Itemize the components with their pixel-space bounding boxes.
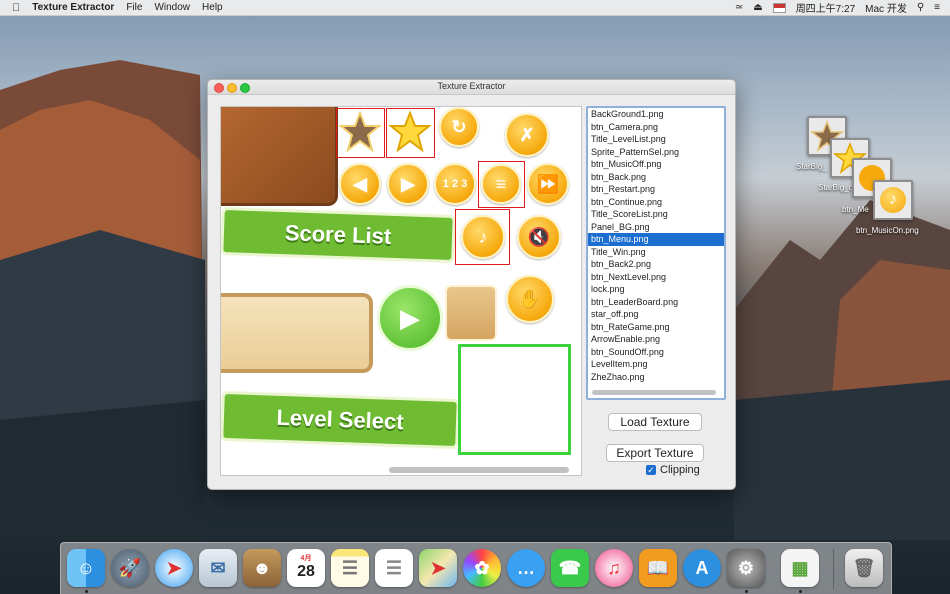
clip-rect: [458, 344, 571, 455]
ibooks-icon[interactable]: 📖: [639, 549, 677, 587]
continue-icon: ▶: [377, 285, 443, 351]
leaderboard-icon: 1 2 3: [434, 163, 476, 205]
sound-off-icon: ✗: [505, 113, 549, 157]
clipping-checkbox[interactable]: ✓ Clipping: [646, 464, 700, 476]
desktop-label: StarBig_: [796, 162, 827, 171]
calendar-icon[interactable]: 4月 28: [287, 549, 325, 587]
file-list-item[interactable]: BackGround1.png: [588, 108, 724, 121]
clipping-label: Clipping: [660, 464, 700, 476]
restart-icon: ↻: [439, 107, 479, 147]
file-list-item[interactable]: star_off.png: [588, 308, 724, 321]
level-select-banner: Level Select: [221, 390, 460, 450]
mail-icon[interactable]: ✉: [199, 549, 237, 587]
back-icon: ◀: [339, 163, 381, 205]
music-icon: ♪: [880, 187, 906, 213]
desktop-label: btn_MusicOn.png: [856, 226, 919, 235]
next-level-icon: ⏩: [527, 163, 569, 205]
running-indicator: [799, 590, 802, 593]
texture-extractor-icon[interactable]: ▦: [781, 549, 819, 587]
play-icon: ▶: [387, 163, 429, 205]
star-dark-icon: [338, 110, 382, 153]
menu-icon: ≡: [481, 164, 521, 204]
reminders-icon[interactable]: ☰: [375, 549, 413, 587]
desktop-file-btn-musicon[interactable]: ♪: [873, 180, 913, 220]
trash-icon[interactable]: 🗑: [845, 549, 883, 587]
messages-icon[interactable]: …: [507, 549, 545, 587]
file-list-item[interactable]: lock.png: [588, 283, 724, 296]
file-list-item[interactable]: ZheZhao.png: [588, 371, 724, 384]
menu-help[interactable]: Help: [202, 2, 223, 13]
facetime-icon[interactable]: ☎: [551, 549, 589, 587]
dock: ☺ 🚀 ➤ ✉ ☻ 4月 28 ☰ ☰ ➤ ✿ … ☎ ♫ 📖 A ⚙ ▦ 🗑: [60, 542, 892, 594]
dock-separator: [833, 549, 834, 589]
level-item-sprite: [445, 285, 497, 341]
desktop-label: btn_Me: [842, 205, 869, 214]
file-list-item[interactable]: LevelItem.png: [588, 358, 724, 371]
file-list-item[interactable]: btn_RateGame.png: [588, 321, 724, 334]
file-list-item[interactable]: btn_Back2.png: [588, 258, 724, 271]
menu-bar:  Texture Extractor File Window Help ≃ ⏏…: [0, 0, 950, 16]
load-texture-button[interactable]: Load Texture: [608, 413, 702, 431]
texture-preview[interactable]: ↻ ✗ ◀ ▶ 1 2 3 ≡ ⏩ Score List ♪ 🔇 ▶ ✋ Lev…: [220, 106, 582, 476]
file-list-item[interactable]: Title_Win.png: [588, 246, 724, 259]
file-list-item[interactable]: btn_NextLevel.png: [588, 271, 724, 284]
safari-icon[interactable]: ➤: [155, 549, 193, 587]
star-icon: [388, 110, 432, 153]
file-list-item[interactable]: btn_Restart.png: [588, 183, 724, 196]
notification-center-icon[interactable]: ≡: [934, 2, 940, 13]
itunes-icon[interactable]: ♫: [595, 549, 633, 587]
title-bar[interactable]: Texture Extractor: [208, 80, 735, 95]
export-texture-button[interactable]: Export Texture: [606, 444, 704, 462]
file-list-item[interactable]: btn_Camera.png: [588, 121, 724, 134]
file-list-item[interactable]: btn_Menu.png: [588, 233, 724, 246]
calendar-month: 4月: [300, 555, 312, 562]
file-list-item[interactable]: btn_SoundOff.png: [588, 346, 724, 359]
file-list-item[interactable]: btn_MusicOff.png: [588, 158, 724, 171]
music-icon: ♪: [461, 215, 505, 259]
clock[interactable]: 周四上午7:27: [796, 0, 855, 15]
file-list-scrollbar[interactable]: [592, 390, 716, 395]
panel-bg-sprite: [221, 293, 373, 373]
wifi-icon[interactable]: ≃: [735, 2, 743, 13]
panel-wood-sprite: [221, 107, 338, 206]
contacts-icon[interactable]: ☻: [243, 549, 281, 587]
running-indicator: [745, 590, 748, 593]
menu-window[interactable]: Window: [154, 2, 190, 13]
checkbox-checked-icon[interactable]: ✓: [646, 465, 656, 475]
horizontal-scrollbar[interactable]: [389, 467, 577, 473]
file-list-item[interactable]: Sprite_PatternSel.png: [588, 146, 724, 159]
apple-icon[interactable]: : [12, 2, 20, 14]
finder-icon[interactable]: ☺: [67, 549, 105, 587]
eject-icon[interactable]: ⏏: [753, 2, 762, 13]
file-list-item[interactable]: Title_LevelList.png: [588, 133, 724, 146]
desktop:  Texture Extractor File Window Help ≃ ⏏…: [0, 0, 950, 594]
running-indicator: [85, 590, 88, 593]
spotlight-icon[interactable]: ⚲: [917, 2, 924, 13]
file-list-item[interactable]: btn_Continue.png: [588, 196, 724, 209]
notes-icon[interactable]: ☰: [331, 549, 369, 587]
file-list[interactable]: BackGround1.png btn_Camera.png Title_Level…: [586, 106, 726, 400]
maps-icon[interactable]: ➤: [419, 549, 457, 587]
launchpad-icon[interactable]: 🚀: [111, 549, 149, 587]
file-list-item[interactable]: btn_LeaderBoard.png: [588, 296, 724, 309]
app-store-icon[interactable]: A: [683, 549, 721, 587]
score-list-banner: Score List: [221, 206, 456, 264]
calendar-day: 28: [297, 563, 315, 580]
menu-file[interactable]: File: [126, 2, 142, 13]
app-menu[interactable]: Texture Extractor: [32, 2, 114, 13]
system-preferences-icon[interactable]: ⚙: [727, 549, 765, 587]
file-list-item[interactable]: Title_ScoreList.png: [588, 208, 724, 221]
window-title: Texture Extractor: [437, 81, 506, 91]
rate-game-icon: ✋: [506, 275, 554, 323]
flag-icon[interactable]: [772, 2, 786, 13]
file-list-item[interactable]: Panel_BG.png: [588, 221, 724, 234]
photos-icon[interactable]: ✿: [463, 549, 501, 587]
texture-extractor-window: Texture Extractor ↻ ✗ ◀ ▶ 1 2 3 ≡ ⏩ Scor…: [207, 79, 736, 490]
mute-icon: 🔇: [517, 215, 561, 259]
file-list-item[interactable]: ArrowEnable.png: [588, 333, 724, 346]
file-list-item[interactable]: btn_Back.png: [588, 171, 724, 184]
user-menu[interactable]: Mac 开发: [865, 0, 907, 15]
